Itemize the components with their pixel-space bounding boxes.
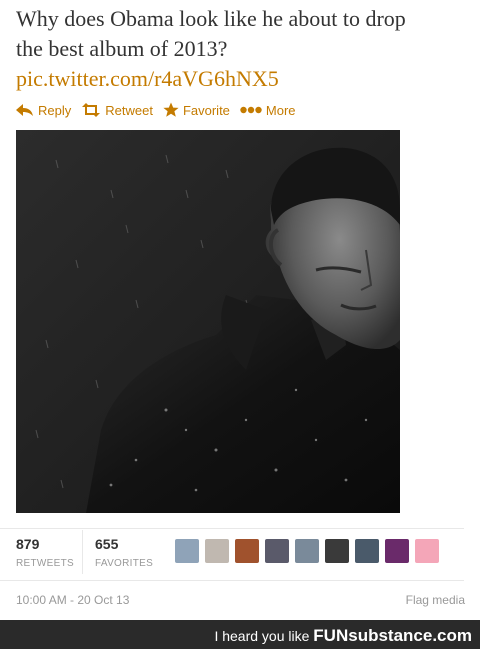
tweet-text-line-1: Why does Obama look like he about to dro… xyxy=(16,6,406,31)
reply-icon xyxy=(16,104,33,116)
more-button[interactable]: More xyxy=(240,103,296,118)
avatar[interactable] xyxy=(175,539,199,563)
avatar[interactable] xyxy=(325,539,349,563)
tweet-text-line-2: the best album of 2013? xyxy=(16,36,228,61)
retweet-label: Retweet xyxy=(105,102,153,118)
divider-top xyxy=(0,528,464,529)
favorite-button[interactable]: Favorite xyxy=(163,102,230,118)
watermark-footer: I heard you like FUNsubstance.com xyxy=(0,620,480,649)
avatar[interactable] xyxy=(295,539,319,563)
tweet-timestamp[interactable]: 10:00 AM - 20 Oct 13 xyxy=(16,593,129,607)
avatar[interactable] xyxy=(265,539,289,563)
footer-brand: FUNsubstance.com xyxy=(313,626,472,645)
more-dots-icon xyxy=(240,106,262,114)
reply-label: Reply xyxy=(38,102,72,118)
retweets-label: RETWEETS xyxy=(16,558,74,569)
tweet-actions: Reply Retweet Favorite More xyxy=(16,99,306,121)
divider-bottom xyxy=(0,580,464,581)
avatar[interactable] xyxy=(235,539,259,563)
favorite-label: Favorite xyxy=(182,102,230,118)
more-label: More xyxy=(265,102,296,118)
retweet-icon xyxy=(82,103,101,117)
avatar[interactable] xyxy=(355,539,379,563)
retweet-button[interactable]: Retweet xyxy=(81,103,153,118)
avatar[interactable] xyxy=(385,539,409,563)
tweet-photo[interactable] xyxy=(16,130,400,513)
photo-image xyxy=(16,130,400,513)
retweets-count: 879 xyxy=(16,536,40,552)
tweet-photo-link[interactable]: pic.twitter.com/r4aVG6hNX5 xyxy=(16,64,466,94)
footer-prefix: I heard you like xyxy=(214,628,310,644)
favorites-label: FAVORITES xyxy=(95,558,154,569)
flag-media-link[interactable]: Flag media xyxy=(406,593,465,607)
favoriter-avatars xyxy=(175,539,445,563)
avatar[interactable] xyxy=(415,539,439,563)
favorites-stat[interactable]: 655 FAVORITES xyxy=(95,536,153,569)
reply-button[interactable]: Reply xyxy=(16,103,71,118)
retweets-stat[interactable]: 879 RETWEETS xyxy=(16,536,74,569)
stat-separator xyxy=(82,530,83,574)
favorites-count: 655 xyxy=(95,536,119,552)
tweet-text: Why does Obama look like he about to dro… xyxy=(16,4,466,94)
avatar[interactable] xyxy=(205,539,229,563)
footer-text: I heard you like FUNsubstance.com xyxy=(214,626,472,646)
star-icon xyxy=(163,102,179,117)
